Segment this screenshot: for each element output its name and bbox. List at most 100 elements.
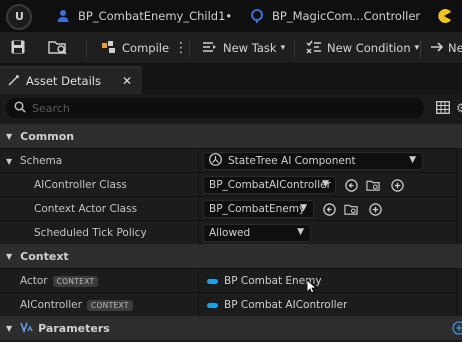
section-common[interactable]: ▼ Common xyxy=(0,124,462,148)
panel-tab-bar: Asset Details ✕ xyxy=(0,64,462,94)
actor-value: BP Combat Enemy xyxy=(207,269,322,293)
close-icon[interactable]: ✕ xyxy=(122,74,132,88)
toolbar-separator xyxy=(294,40,295,57)
use-selected-icon[interactable] xyxy=(344,178,358,192)
column-divider xyxy=(456,197,457,221)
folder-search-icon xyxy=(48,39,68,58)
tab-bp-combat-enemy-child[interactable]: BP_CombatEnemy_Child1• xyxy=(56,0,232,32)
statetree-icon xyxy=(209,153,222,169)
new-condition-label: New Condition xyxy=(327,41,411,55)
toolbar-separator xyxy=(86,40,87,57)
schema-row: ▼ Schema StateTree AI Component ▼ xyxy=(0,148,462,173)
tab-label: BP_MagicCom...Controller xyxy=(272,9,421,23)
table-view-icon[interactable] xyxy=(436,101,450,117)
toolbar: Compile ⋮ New Task ▾ New Condition ▾ Ne xyxy=(0,32,462,64)
context-actor-class-label: Context Actor Class xyxy=(34,203,138,215)
context-actor-class-dropdown[interactable]: BP_CombatEnemy ▼ xyxy=(203,200,314,218)
ai-controller-class-row: AIController Class BP_CombatAIController… xyxy=(0,172,462,197)
chevron-down-icon[interactable]: ▼ xyxy=(6,157,12,166)
asset-details-panel: Search ⚙ ▼ Common ▼ Schema StateTree AI … xyxy=(0,94,462,342)
chevron-down-icon: ▼ xyxy=(297,227,304,237)
chevron-down-icon: ▼ xyxy=(6,323,13,333)
ai-controller-class-dropdown[interactable]: BP_CombatAIController ▼ xyxy=(203,176,336,194)
column-divider xyxy=(198,293,199,317)
chevron-down-icon: ▼ xyxy=(6,131,13,141)
new-condition-button[interactable]: New Condition ▾ xyxy=(306,32,419,64)
person-icon xyxy=(56,9,70,23)
ai-controller-label-group: AIController CONTEXT xyxy=(20,293,133,317)
add-new-icon[interactable] xyxy=(390,178,404,192)
context-actor-row: Actor CONTEXT BP Combat Enemy xyxy=(0,268,462,295)
new-item-label: Ne xyxy=(448,41,462,55)
chevron-down-icon: ▾ xyxy=(280,43,286,53)
use-selected-icon[interactable] xyxy=(322,202,336,216)
add-parameter-icon[interactable] xyxy=(452,321,462,338)
column-divider xyxy=(198,149,199,173)
ai-controller-class-value: BP_CombatAIController xyxy=(209,179,331,191)
ai-controller-class-label: AIController Class xyxy=(34,179,127,191)
parameters-icon xyxy=(20,321,34,336)
chevron-down-icon: ▼ xyxy=(322,179,329,189)
scheduled-tick-policy-dropdown[interactable]: Allowed ▼ xyxy=(203,224,311,242)
context-badge: CONTEXT xyxy=(86,299,133,311)
tab-bp-magic-controller[interactable]: BP_MagicCom...Controller xyxy=(250,0,420,32)
ai-controller-label: AIController xyxy=(20,299,82,311)
column-divider xyxy=(198,173,199,197)
chevron-down-icon: ▼ xyxy=(409,155,416,165)
compile-button[interactable]: Compile xyxy=(100,32,169,64)
section-parameters[interactable]: ▼ Parameters xyxy=(0,316,462,340)
actor-label-group: Actor CONTEXT xyxy=(20,269,99,293)
unreal-logo-icon[interactable]: U xyxy=(6,4,32,30)
section-title: Common xyxy=(20,129,75,143)
details-icon xyxy=(8,74,20,89)
search-icon xyxy=(14,100,26,116)
scheduled-tick-policy-row: Scheduled Tick Policy Allowed ▼ xyxy=(0,220,462,245)
new-condition-icon xyxy=(306,40,322,57)
arrow-right-icon xyxy=(430,40,444,57)
context-badge: CONTEXT xyxy=(52,275,99,287)
toolbar-separator xyxy=(189,40,190,57)
save-icon xyxy=(10,39,26,58)
panel-title: Asset Details xyxy=(26,74,101,88)
column-divider xyxy=(198,269,199,293)
tab-asset-details[interactable]: Asset Details ✕ xyxy=(0,66,142,94)
scheduled-tick-policy-value: Allowed xyxy=(209,227,251,239)
document-tab-bar: U BP_CombatEnemy_Child1• BP_MagicCom...C… xyxy=(0,0,462,32)
actor-label: Actor xyxy=(20,275,48,287)
ai-controller-value: BP Combat AIController xyxy=(207,293,347,317)
pacman-icon xyxy=(436,8,452,24)
column-divider xyxy=(456,293,457,317)
schema-label: Schema xyxy=(20,155,63,167)
chevron-down-icon: ▼ xyxy=(300,203,307,213)
object-type-pill-icon xyxy=(207,278,218,284)
search-placeholder: Search xyxy=(32,101,70,115)
ai-controller-value-text: BP Combat AIController xyxy=(224,299,348,311)
browse-button[interactable] xyxy=(48,32,68,64)
new-task-label: New Task xyxy=(223,41,277,55)
chevron-down-icon: ▼ xyxy=(6,251,13,261)
context-ai-controller-row: AIController CONTEXT BP Combat AIControl… xyxy=(0,292,462,317)
column-divider xyxy=(198,221,199,245)
schema-value: StateTree AI Component xyxy=(228,155,356,167)
schema-dropdown[interactable]: StateTree AI Component ▼ xyxy=(203,152,423,170)
context-actor-class-row: Context Actor Class BP_CombatEnemy ▼ xyxy=(0,196,462,221)
toolbar-separator xyxy=(420,40,421,57)
column-divider xyxy=(456,221,457,245)
save-button[interactable] xyxy=(10,32,26,64)
section-context[interactable]: ▼ Context xyxy=(0,244,462,268)
column-divider xyxy=(456,173,457,197)
new-task-button[interactable]: New Task ▾ xyxy=(202,32,285,64)
compile-label: Compile xyxy=(122,41,170,55)
search-input[interactable]: Search xyxy=(6,98,424,118)
new-item-button[interactable]: Ne xyxy=(430,32,462,64)
column-divider xyxy=(456,149,457,173)
browse-folder-icon[interactable] xyxy=(366,178,380,192)
object-type-pill-icon xyxy=(207,302,218,308)
compile-options-kebab-icon[interactable]: ⋮ xyxy=(174,32,188,64)
add-new-icon[interactable] xyxy=(368,202,382,216)
chevron-down-icon: ▾ xyxy=(414,43,420,53)
settings-icon[interactable]: ⚙ xyxy=(456,101,462,115)
compile-icon xyxy=(100,39,118,58)
tab-pacman[interactable] xyxy=(436,0,452,32)
browse-folder-icon[interactable] xyxy=(344,202,358,216)
